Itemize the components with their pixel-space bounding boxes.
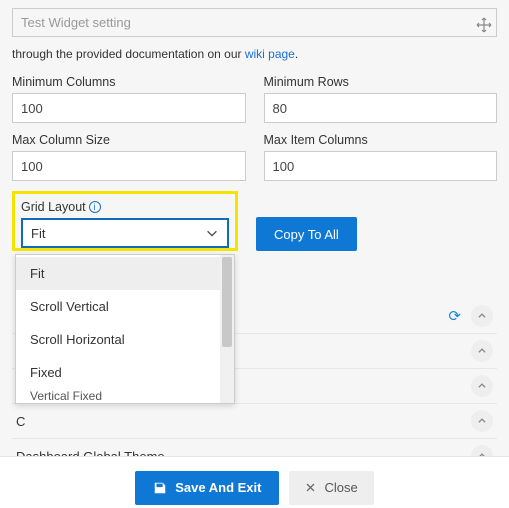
refresh-icon[interactable]: ⟳ [448,307,461,325]
max-col-size-input[interactable] [12,151,246,181]
dropdown-option-vertical-fixed[interactable]: Vertical Fixed [16,389,220,401]
grid-layout-label: Grid Layout [21,200,86,214]
dropdown-scrollbar[interactable] [220,255,234,403]
max-item-cols-label: Max Item Columns [264,133,498,147]
dropdown-option-fit[interactable]: Fit [16,257,220,290]
doc-prefix: through the provided documentation on ou… [12,47,245,61]
dropdown-option-scroll-horizontal[interactable]: Scroll Horizontal [16,323,220,356]
wiki-link[interactable]: wiki page [245,47,295,61]
dropdown-option-scroll-vertical[interactable]: Scroll Vertical [16,290,220,323]
save-and-exit-button[interactable]: Save And Exit [135,471,279,505]
dropdown-option-fixed[interactable]: Fixed [16,356,220,389]
save-icon [153,481,167,495]
grid-layout-dropdown: Fit Scroll Vertical Scroll Horizontal Fi… [15,254,235,404]
max-item-cols-input[interactable] [264,151,498,181]
widget-title-box: Test Widget setting [12,8,497,37]
move-icon[interactable] [476,17,492,33]
min-rows-input[interactable] [264,93,498,123]
grid-layout-select[interactable]: Fit [21,218,229,248]
accordion-row[interactable]: C [12,404,497,439]
chevron-down-icon [205,226,219,240]
min-rows-label: Minimum Rows [264,75,498,89]
copy-to-all-button[interactable]: Copy To All [256,217,357,251]
chevron-up-icon[interactable] [471,410,493,432]
close-button[interactable]: Close [289,471,373,505]
chevron-up-icon[interactable] [471,375,493,397]
widget-title-text: Test Widget setting [21,15,131,30]
dropdown-scrollbar-thumb[interactable] [222,257,232,347]
info-icon[interactable]: i [89,201,101,213]
doc-line: through the provided documentation on ou… [12,47,497,61]
doc-suffix: . [295,47,298,61]
chevron-up-icon[interactable] [471,340,493,362]
close-label: Close [324,480,357,495]
save-and-exit-label: Save And Exit [175,480,261,495]
max-col-size-label: Max Column Size [12,133,246,147]
chevron-up-icon[interactable] [471,305,493,327]
min-cols-input[interactable] [12,93,246,123]
grid-layout-selected: Fit [31,226,45,241]
accordion-label: C [16,414,25,429]
min-cols-label: Minimum Columns [12,75,246,89]
grid-layout-highlight: Grid Layout i Fit Fit Scroll Vertical Sc… [12,191,238,251]
close-icon [305,482,316,493]
